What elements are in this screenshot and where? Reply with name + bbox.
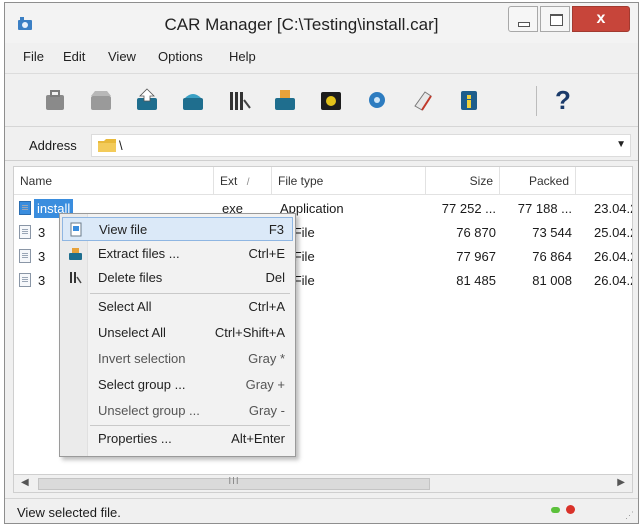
column-date[interactable] (576, 167, 632, 195)
menu-options[interactable]: Options (158, 49, 203, 64)
row-type: G File (280, 225, 315, 240)
resize-grip-icon[interactable]: ⋰ (625, 510, 634, 521)
close-button[interactable]: x (572, 6, 630, 32)
help-icon[interactable]: ? (549, 86, 577, 114)
row-packed: 77 188 ... (517, 201, 572, 216)
briefcase-icon[interactable] (41, 86, 69, 114)
row-type: G File (280, 273, 315, 288)
virus-check-icon[interactable] (317, 86, 345, 114)
menu-item-select-group[interactable]: Select group ... Gray + (62, 373, 293, 397)
menu-item-delete-files[interactable]: Delete files Del (62, 266, 293, 290)
minimize-button[interactable] (508, 6, 538, 32)
list-header: Name Ext / File type Size Packed (14, 167, 632, 195)
toolbar-separator (536, 86, 537, 116)
title-bar[interactable]: CAR Manager [C:\Testing\install.car] x (5, 3, 638, 43)
row-packed: 81 008 (532, 273, 572, 288)
menu-file[interactable]: File (23, 49, 44, 64)
eraser-icon[interactable] (409, 86, 437, 114)
row-packed: 73 544 (532, 225, 572, 240)
folder-icon (98, 139, 116, 152)
status-green-led-icon (551, 507, 560, 513)
column-name[interactable]: Name (14, 167, 214, 195)
status-red-led-icon (566, 505, 575, 514)
scroll-left-icon[interactable]: ◀ (21, 477, 29, 488)
address-label: Address (29, 138, 77, 153)
menu-separator (90, 425, 290, 426)
add-files-icon[interactable] (179, 86, 207, 114)
app-window: CAR Manager [C:\Testing\install.car] x F… (4, 2, 639, 524)
row-type: Application (280, 201, 344, 216)
row-date: 25.04.2 (594, 225, 632, 240)
context-menu: View file F3 Extract files ... Ctrl+E De… (59, 213, 296, 457)
status-text: View selected file. (17, 505, 121, 520)
close-icon: x (596, 10, 606, 27)
menu-bar: File Edit View Options Help (5, 47, 638, 67)
delete-files-icon (70, 272, 82, 284)
menu-view[interactable]: View (108, 49, 136, 64)
column-ext[interactable]: Ext / (214, 167, 272, 195)
column-packed[interactable]: Packed (500, 167, 576, 195)
row-date: 26.04.2 (594, 273, 632, 288)
row-size: 76 870 (456, 225, 496, 240)
maximize-button[interactable] (540, 6, 570, 32)
address-bar: Address \ ▼ (5, 131, 638, 161)
menu-item-unselect-group[interactable]: Unselect group ... Gray - (62, 399, 293, 423)
scrollbar-thumb[interactable]: III (38, 476, 430, 490)
file-icon (19, 201, 31, 215)
column-size[interactable]: Size (426, 167, 500, 195)
row-type: G File (280, 249, 315, 264)
view-file-icon (70, 222, 82, 237)
open-case-icon[interactable] (87, 86, 115, 114)
menu-item-unselect-all[interactable]: Unselect All Ctrl+Shift+A (62, 321, 293, 345)
row-size: 77 252 ... (441, 201, 496, 216)
menu-item-view-file[interactable]: View file F3 (62, 217, 293, 241)
chevron-down-icon[interactable]: ▼ (616, 139, 626, 150)
row-size: 81 485 (456, 273, 496, 288)
address-value: \ (119, 138, 123, 153)
row-size: 77 967 (456, 249, 496, 264)
delete-files-icon[interactable] (225, 86, 253, 114)
menu-help[interactable]: Help (229, 49, 256, 64)
extract-files-icon (69, 248, 82, 260)
scroll-right-icon[interactable]: ▶ (617, 477, 625, 488)
menu-item-invert-selection[interactable]: Invert selection Gray * (62, 347, 293, 371)
row-date: 26.04.2 (594, 249, 632, 264)
column-file-type[interactable]: File type (272, 167, 426, 195)
scrollbar-grip: III (228, 476, 240, 487)
menu-item-properties[interactable]: Properties ... Alt+Enter (62, 427, 293, 451)
view-disc-icon[interactable] (363, 86, 391, 114)
menu-item-extract-files[interactable]: Extract files ... Ctrl+E (62, 242, 293, 266)
file-icon (19, 225, 31, 239)
toolbar: ? (5, 73, 638, 127)
menu-item-select-all[interactable]: Select All Ctrl+A (62, 295, 293, 319)
info-icon[interactable] (455, 86, 483, 114)
sort-indicator-icon: / (246, 177, 250, 188)
status-bar: View selected file. ⋰ (5, 498, 638, 523)
extract-icon[interactable] (133, 86, 161, 114)
horizontal-scrollbar[interactable]: ◀ III ▶ (13, 475, 633, 493)
test-icon[interactable] (271, 86, 299, 114)
address-field[interactable]: \ ▼ (91, 134, 631, 157)
file-icon (19, 249, 31, 263)
menu-edit[interactable]: Edit (63, 49, 85, 64)
row-date: 23.04.2 (594, 201, 632, 216)
row-packed: 76 864 (532, 249, 572, 264)
menu-separator (90, 293, 290, 294)
file-icon (19, 273, 31, 287)
